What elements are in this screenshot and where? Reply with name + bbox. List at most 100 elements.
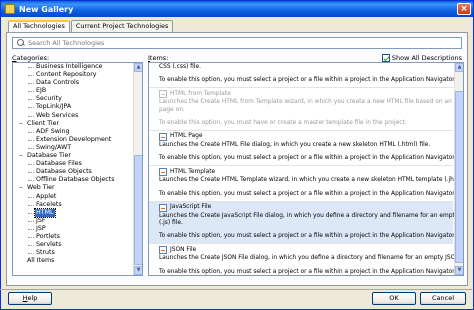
category-item[interactable]: TopLink/JPA [13, 103, 133, 111]
search-input[interactable] [28, 39, 448, 47]
gallery-item-note: To enable this option, you must have or … [159, 119, 407, 126]
category-label: Database Files [36, 160, 82, 168]
category-item[interactable]: Applet [13, 193, 133, 201]
show-all-descriptions[interactable]: Show All Descriptions [381, 54, 462, 62]
category-item[interactable]: Offline Database Objects [13, 176, 133, 184]
scroll-down-arrow-icon[interactable]: ▼ [455, 266, 463, 275]
gallery-item-description: (.js) file. [159, 220, 183, 227]
collapse-toggle-icon[interactable]: − [18, 185, 24, 191]
scroll-thumb[interactable] [455, 91, 463, 263]
help-button[interactable]: Help [8, 292, 52, 305]
tab-current-project-technologies[interactable]: Current Project Technologies [70, 20, 174, 32]
gallery-item[interactable]: HTML Template Launches the Create HTML Te… [149, 166, 464, 202]
category-label: All Items [27, 257, 55, 265]
category-item[interactable]: Content Repository [13, 71, 133, 79]
category-label: EJB [36, 87, 47, 95]
gallery-item-title: HTML from Template [170, 90, 231, 97]
category-label: Database Tier [27, 152, 71, 160]
html-file-icon [159, 133, 167, 142]
search-icon [16, 38, 26, 48]
category-label: Business Intelligence [36, 63, 103, 70]
items-list: CSS (.css) file. To enable this option, y… [149, 63, 464, 275]
category-item[interactable]: − Database Tier [13, 152, 133, 160]
category-label: Swing/AWT [36, 143, 72, 151]
scroll-down-arrow-icon[interactable]: ▼ [134, 266, 142, 275]
scroll-up-arrow-icon[interactable]: ▲ [455, 63, 463, 72]
category-label: Extension Development [36, 135, 112, 143]
show-all-checkbox[interactable] [381, 54, 390, 62]
category-label: Offline Database Objects [36, 176, 115, 184]
html-file-icon [159, 90, 167, 99]
categories-label: Categories: [12, 54, 50, 62]
gallery-item-title: HTML Template [170, 168, 216, 175]
gallery-item[interactable]: HTML from Template Launches the Create HT… [149, 88, 463, 132]
category-item[interactable]: ADF Swing [13, 128, 133, 136]
category-label: Database Objects [36, 168, 92, 176]
category-item[interactable]: Database Objects [13, 168, 133, 176]
category-item[interactable]: Web Services [13, 112, 133, 120]
gallery-item-title: JSON File [170, 246, 197, 253]
category-label: HTML [34, 207, 56, 218]
close-button[interactable]: × [457, 3, 471, 15]
gallery-item-description: Launches the Create HTML File dialog, in… [159, 142, 431, 149]
gallery-item[interactable]: JSON File Launches the Create JSON File d… [149, 244, 463, 275]
tab-strip: All Technologies Current Project Technol… [8, 20, 174, 32]
category-label: Client Tier [27, 119, 60, 127]
category-item[interactable]: Business Intelligence [13, 63, 133, 71]
window-title: New Gallery [19, 4, 74, 14]
gallery-item-note: To enable this option, you must select a… [159, 77, 456, 84]
category-item[interactable]: − Client Tier [13, 120, 133, 128]
category-item[interactable]: Swing/AWT [13, 144, 133, 152]
scroll-up-arrow-icon[interactable]: ▲ [134, 63, 142, 72]
category-item[interactable]: JSF [13, 217, 133, 225]
category-item[interactable]: Database Files [13, 160, 133, 168]
items-scrollbar[interactable]: ▲ ▼ [454, 63, 463, 275]
tab-all-technologies[interactable]: All Technologies [8, 20, 70, 32]
category-item[interactable]: Facelets [13, 201, 133, 209]
items-list-box[interactable]: CSS (.css) file. To enable this option, y… [148, 62, 464, 276]
items-label: Items: [148, 54, 169, 62]
gallery-item-header: HTML Page [159, 133, 450, 142]
collapse-toggle-icon[interactable]: − [18, 153, 24, 159]
gallery-item-description: Launches the Create JavaScript File dial… [159, 212, 464, 219]
gallery-item[interactable]: HTML Page Launches the Create HTML File d… [149, 131, 456, 167]
category-item[interactable]: Extension Development [13, 136, 133, 144]
gallery-item-description: Launches the Create HTML from Template w… [159, 99, 463, 106]
categories-list: Business Intelligence Content Repository D… [13, 63, 133, 265]
category-item[interactable]: All Items [13, 257, 133, 265]
gallery-item-note: To enable this option, you must select a… [159, 268, 456, 275]
category-label: Data Controls [36, 79, 80, 87]
categories-tree[interactable]: Business Intelligence Content Repository D… [12, 62, 143, 276]
category-item[interactable]: Data Controls [13, 79, 133, 87]
title-bar[interactable]: New Gallery × [1, 1, 473, 17]
gallery-item-header: HTML from Template [159, 90, 450, 99]
gallery-item-description: Launches the Create HTML Template wizard… [159, 177, 464, 184]
gallery-item-title: HTML Page [170, 133, 203, 140]
gallery-item-header: JSON File [159, 246, 450, 255]
gallery-item[interactable]: CSS (.css) file. To enable this option, y… [149, 63, 456, 89]
scroll-thumb[interactable] [134, 155, 142, 265]
category-item[interactable]: Servlets [13, 241, 133, 249]
category-label: Web Tier [27, 184, 55, 192]
category-item[interactable]: EJB [13, 87, 133, 95]
category-label: Portlets [36, 232, 60, 240]
gallery-item-header: HTML Template [159, 168, 450, 177]
cancel-button[interactable]: Cancel [420, 292, 466, 305]
search-box[interactable] [12, 37, 462, 49]
category-item[interactable]: − Web Tier [13, 184, 133, 192]
categories-scrollbar[interactable]: ▲ ▼ [133, 63, 142, 275]
gallery-item[interactable]: JavaScript File Launches the Create JavaS… [149, 201, 464, 245]
category-item[interactable]: Security [13, 95, 133, 103]
ok-button[interactable]: OK [372, 292, 416, 305]
category-item[interactable]: Portlets [13, 233, 133, 241]
collapse-toggle-icon[interactable]: − [18, 121, 24, 127]
gallery-item-header: JavaScript File [159, 203, 450, 212]
gallery-item-note: To enable this option, you must select a… [159, 190, 456, 197]
category-item[interactable]: HTML [13, 207, 133, 218]
category-label: JSP [36, 224, 46, 232]
gallery-item-description: CSS (.css) file. [159, 64, 202, 70]
html-file-icon [159, 246, 167, 255]
category-item[interactable]: JSP [13, 225, 133, 233]
category-item[interactable]: Struts [13, 249, 133, 257]
category-label: Content Repository [36, 71, 97, 79]
